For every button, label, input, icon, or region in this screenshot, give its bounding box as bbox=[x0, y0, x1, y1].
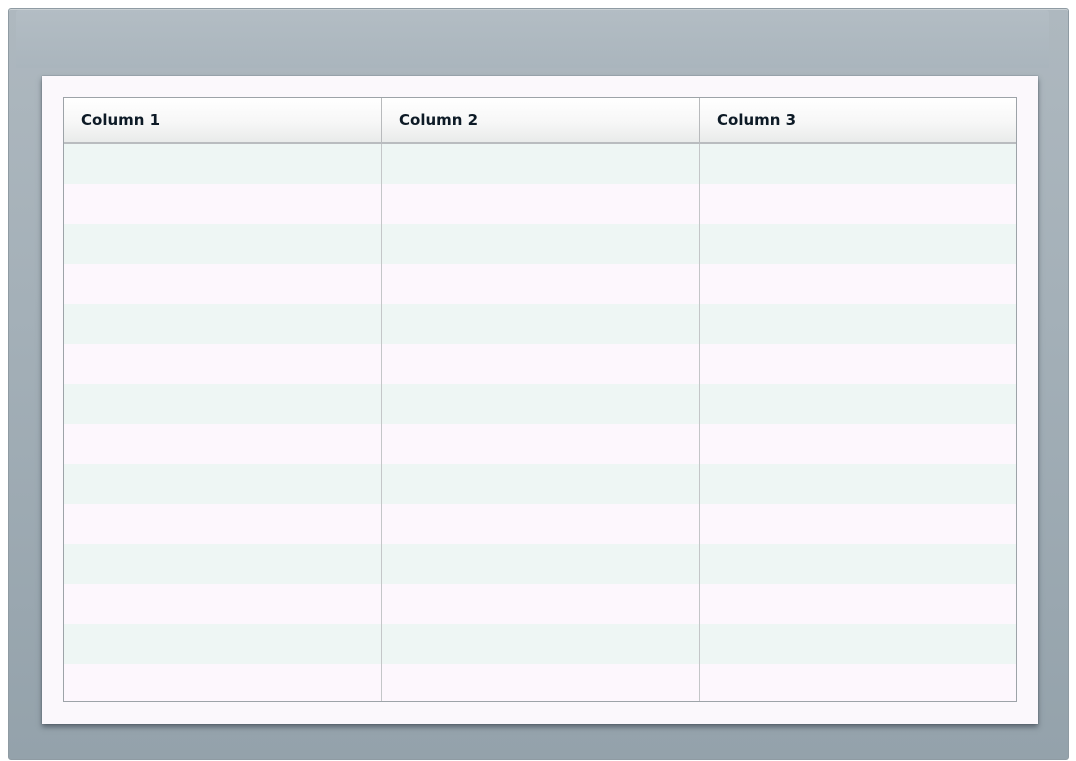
table-cell[interactable] bbox=[382, 144, 700, 184]
table-row[interactable] bbox=[64, 624, 1016, 664]
table-row[interactable] bbox=[64, 504, 1016, 544]
table-row[interactable] bbox=[64, 144, 1016, 184]
table-cell[interactable] bbox=[700, 144, 1016, 184]
table-row[interactable] bbox=[64, 464, 1016, 504]
table-cell[interactable] bbox=[382, 624, 700, 664]
table-cell[interactable] bbox=[64, 424, 382, 464]
table-cell[interactable] bbox=[382, 344, 700, 384]
table-row[interactable] bbox=[64, 384, 1016, 424]
table-row[interactable] bbox=[64, 584, 1016, 624]
table-row[interactable] bbox=[64, 544, 1016, 584]
table-row[interactable] bbox=[64, 424, 1016, 464]
table-cell[interactable] bbox=[700, 504, 1016, 544]
table-row[interactable] bbox=[64, 344, 1016, 384]
table-cell[interactable] bbox=[700, 384, 1016, 424]
column-header-3[interactable]: Column 3 bbox=[700, 98, 1016, 142]
table-cell[interactable] bbox=[64, 304, 382, 344]
table-cell[interactable] bbox=[382, 424, 700, 464]
table-cell[interactable] bbox=[700, 544, 1016, 584]
table-cell[interactable] bbox=[700, 584, 1016, 624]
table-cell[interactable] bbox=[382, 264, 700, 304]
table-row[interactable] bbox=[64, 224, 1016, 264]
column-header-2[interactable]: Column 2 bbox=[382, 98, 700, 142]
table-cell[interactable] bbox=[700, 304, 1016, 344]
table-cell[interactable] bbox=[382, 184, 700, 224]
table-cell[interactable] bbox=[700, 464, 1016, 504]
table-row[interactable] bbox=[64, 184, 1016, 224]
table-row[interactable] bbox=[64, 264, 1016, 304]
data-grid[interactable]: Column 1 Column 2 Column 3 bbox=[63, 97, 1017, 702]
column-header-1[interactable]: Column 1 bbox=[64, 98, 382, 142]
table-cell[interactable] bbox=[64, 224, 382, 264]
table-cell[interactable] bbox=[64, 384, 382, 424]
table-cell[interactable] bbox=[700, 624, 1016, 664]
table-cell[interactable] bbox=[382, 384, 700, 424]
table-row[interactable] bbox=[64, 664, 1016, 701]
table-cell[interactable] bbox=[700, 664, 1016, 701]
grid-header-row: Column 1 Column 2 Column 3 bbox=[64, 98, 1016, 144]
table-cell[interactable] bbox=[64, 624, 382, 664]
column-header-label: Column 1 bbox=[81, 111, 161, 129]
table-cell[interactable] bbox=[700, 184, 1016, 224]
grid-body bbox=[64, 144, 1016, 701]
table-cell[interactable] bbox=[382, 664, 700, 701]
table-cell[interactable] bbox=[382, 504, 700, 544]
table-row[interactable] bbox=[64, 304, 1016, 344]
table-cell[interactable] bbox=[382, 224, 700, 264]
column-header-label: Column 2 bbox=[399, 111, 479, 129]
table-cell[interactable] bbox=[382, 544, 700, 584]
table-cell[interactable] bbox=[64, 544, 382, 584]
table-cell[interactable] bbox=[64, 584, 382, 624]
table-cell[interactable] bbox=[64, 664, 382, 701]
table-cell[interactable] bbox=[700, 344, 1016, 384]
table-cell[interactable] bbox=[64, 464, 382, 504]
table-cell[interactable] bbox=[700, 224, 1016, 264]
table-cell[interactable] bbox=[64, 144, 382, 184]
table-cell[interactable] bbox=[382, 304, 700, 344]
table-cell[interactable] bbox=[382, 464, 700, 504]
table-cell[interactable] bbox=[64, 344, 382, 384]
table-cell[interactable] bbox=[64, 184, 382, 224]
table-cell[interactable] bbox=[382, 584, 700, 624]
window-title-bar bbox=[16, 10, 1049, 68]
table-cell[interactable] bbox=[700, 264, 1016, 304]
table-cell[interactable] bbox=[700, 424, 1016, 464]
table-cell[interactable] bbox=[64, 504, 382, 544]
column-header-label: Column 3 bbox=[717, 111, 797, 129]
table-cell[interactable] bbox=[64, 264, 382, 304]
